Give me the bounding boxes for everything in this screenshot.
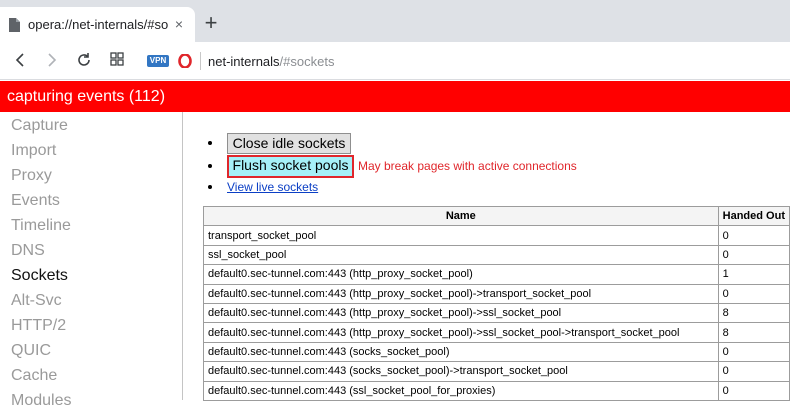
- pool-name-cell: ssl_socket_pool: [203, 244, 719, 266]
- new-tab-button[interactable]: +: [200, 12, 222, 34]
- sidebar-item-quic[interactable]: QUIC: [11, 342, 51, 360]
- pool-name-cell: transport_socket_pool: [203, 225, 719, 246]
- table-row: default0.sec-tunnel.com:443 (http_proxy_…: [203, 322, 790, 343]
- view-live-sockets-link[interactable]: View live sockets: [227, 180, 318, 194]
- socket-pools-table: Name Handed Out transport_socket_pool 0 s…: [203, 205, 790, 401]
- table-row: ssl_socket_pool 0: [203, 244, 790, 266]
- sidebar-item-modules[interactable]: Modules: [11, 392, 71, 410]
- table-row: default0.sec-tunnel.com:443 (http_proxy_…: [203, 283, 790, 304]
- pool-name-cell: default0.sec-tunnel.com:443 (http_proxy_…: [203, 322, 719, 343]
- url-host: net-internals: [208, 53, 280, 69]
- table-row: default0.sec-tunnel.com:443 (socks_socke…: [203, 341, 790, 363]
- handed-out-cell: 0: [717, 341, 790, 363]
- back-button[interactable]: [10, 50, 32, 72]
- list-bullet: [208, 185, 212, 189]
- opera-logo-icon: [178, 53, 192, 69]
- address-bar[interactable]: VPN net-internals/#sockets: [138, 47, 790, 75]
- active-tab[interactable]: opera://net-internals/#soc ×: [0, 7, 195, 42]
- tab-title: opera://net-internals/#soc: [28, 17, 168, 32]
- close-tab-icon[interactable]: ×: [172, 17, 186, 31]
- flush-socket-pools-button[interactable]: Flush socket pools: [227, 155, 354, 178]
- sidebar-item-capture[interactable]: Capture: [11, 117, 68, 135]
- forward-button[interactable]: [40, 50, 62, 72]
- sidebar-item-proxy[interactable]: Proxy: [11, 167, 52, 185]
- table-row: default0.sec-tunnel.com:443 (http_proxy_…: [203, 302, 790, 324]
- pool-name-cell: default0.sec-tunnel.com:443 (socks_socke…: [203, 341, 719, 363]
- pool-name-cell: default0.sec-tunnel.com:443 (ssl_socket_…: [203, 380, 719, 401]
- page-icon: [8, 17, 20, 32]
- sidebar-item-alt-svc[interactable]: Alt-Svc: [11, 292, 62, 310]
- list-bullet: [208, 141, 212, 145]
- address-separator: [200, 52, 201, 70]
- grid-icon: [110, 52, 124, 66]
- sidebar-item-http2[interactable]: HTTP/2: [11, 317, 66, 335]
- tabs-grid-button[interactable]: [106, 50, 128, 72]
- sidebar-item-sockets[interactable]: Sockets: [11, 267, 68, 285]
- sidebar-item-dns[interactable]: DNS: [11, 242, 45, 260]
- pool-name-cell: default0.sec-tunnel.com:443 (http_proxy_…: [203, 302, 719, 324]
- handed-out-cell: 0: [717, 380, 790, 401]
- toolbar: VPN net-internals/#sockets: [0, 42, 790, 80]
- close-idle-sockets-button[interactable]: Close idle sockets: [227, 133, 351, 154]
- table-row: default0.sec-tunnel.com:443 (ssl_socket_…: [203, 380, 790, 401]
- vpn-badge[interactable]: VPN: [147, 55, 169, 67]
- url-fragment: /#sockets: [279, 53, 335, 69]
- tab-strip: opera://net-internals/#soc × +: [0, 0, 790, 42]
- sidebar: Capture Import Proxy Events Timeline DNS…: [0, 112, 183, 409]
- sidebar-item-import[interactable]: Import: [11, 142, 56, 160]
- table-row: transport_socket_pool 0: [203, 225, 790, 246]
- table-row: default0.sec-tunnel.com:443 (socks_socke…: [203, 361, 790, 382]
- back-arrow-icon: [15, 53, 24, 67]
- reload-icon: [78, 53, 90, 66]
- handed-out-cell: 0: [717, 225, 790, 246]
- sidebar-item-cache[interactable]: Cache: [11, 367, 57, 385]
- column-header-handed-out: Handed Out: [717, 205, 790, 227]
- pool-name-cell: default0.sec-tunnel.com:443 (http_proxy_…: [203, 264, 719, 285]
- column-header-name: Name: [203, 205, 719, 227]
- handed-out-cell: 0: [717, 244, 790, 266]
- reload-button[interactable]: [73, 50, 95, 72]
- handed-out-cell: 8: [717, 302, 790, 324]
- sidebar-item-events[interactable]: Events: [11, 192, 60, 210]
- list-bullet: [208, 164, 212, 168]
- handed-out-cell: 8: [717, 322, 790, 343]
- sidebar-item-timeline[interactable]: Timeline: [11, 217, 71, 235]
- handed-out-cell: 1: [717, 264, 790, 285]
- url-text[interactable]: net-internals/#sockets: [208, 54, 334, 69]
- flush-warning-text: May break pages with active connections: [358, 159, 577, 173]
- pool-name-cell: default0.sec-tunnel.com:443 (http_proxy_…: [203, 283, 719, 304]
- capture-status-bar: capturing events (112): [0, 81, 790, 112]
- table-row: default0.sec-tunnel.com:443 (http_proxy_…: [203, 264, 790, 285]
- handed-out-cell: 0: [717, 283, 790, 304]
- forward-arrow-icon: [48, 53, 57, 67]
- pool-name-cell: default0.sec-tunnel.com:443 (socks_socke…: [203, 361, 719, 382]
- table-header-row: Name Handed Out: [203, 205, 790, 227]
- handed-out-cell: 0: [717, 361, 790, 382]
